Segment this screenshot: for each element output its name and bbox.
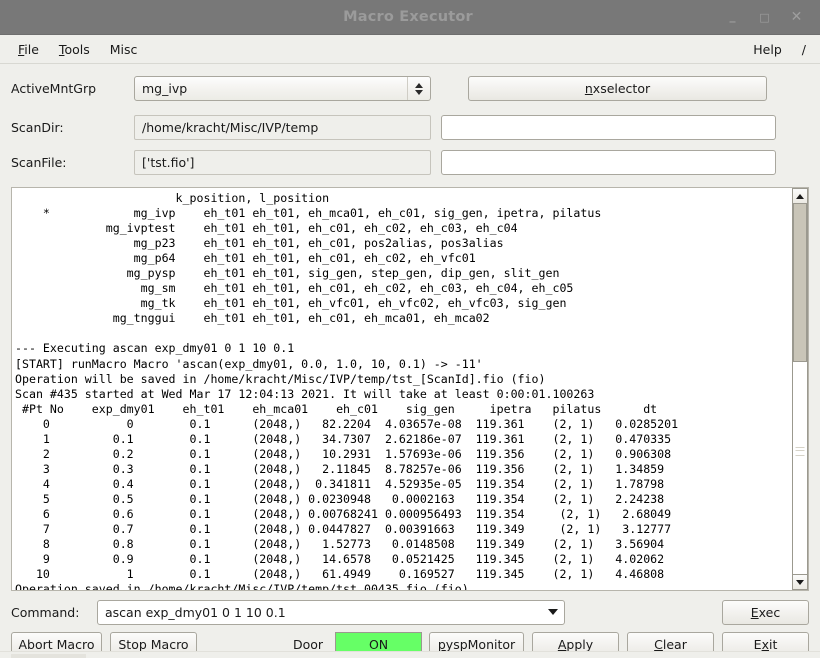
output-line: mg_p23 eh_t01 eh_t01, eh_c01, pos2alias,… (15, 236, 504, 251)
output-line: k_position, l_position (15, 191, 330, 205)
output-line: Scan #435 started at Wed Mar 17 12:04:13… (15, 386, 595, 401)
door-label: Door (292, 637, 324, 653)
minimize-icon[interactable]: – (726, 13, 739, 29)
scandir-value: /home/kracht/Misc/IVP/temp (134, 115, 431, 140)
output-console-frame: k_position, l_position * mg_ivp eh_t01 e… (11, 187, 809, 591)
title-bar: Macro Executor – □ ✕ (0, 0, 820, 35)
menu-right-group: Help / (743, 39, 816, 60)
output-line: mg_tnggui eh_t01 eh_t01, eh_c01, eh_mca0… (15, 311, 490, 326)
active-mnt-grp-label: ActiveMntGrp (11, 81, 97, 96)
output-line: Operation will be saved in /home/kracht/… (15, 371, 546, 386)
output-line: --- Executing ascan exp_dmy01 0 1 10 0.1 (15, 341, 295, 356)
scandir-label: ScanDir: (11, 120, 64, 135)
output-line: mg_ivptest eh_t01 eh_t01, eh_c01, eh_c02… (15, 221, 518, 236)
scanfile-input[interactable] (441, 150, 776, 175)
output-line: 4 0.4 0.1 (2048,) 0.341811 4.52935e-05 1… (15, 476, 665, 491)
exec-button[interactable]: Exec (722, 599, 809, 625)
menu-item-help[interactable]: Help (743, 39, 792, 60)
output-line: mg_tk eh_t01 eh_t01, eh_vfc01, eh_vfc02,… (15, 296, 567, 311)
output-line: 8 0.8 0.1 (2048,) 1.52773 0.0148508 119.… (15, 537, 665, 552)
output-line: 1 0.1 0.1 (2048,) 34.7307 2.62186e-07 11… (15, 431, 672, 446)
output-line: mg_p64 eh_t01 eh_t01, eh_c01, eh_c02, eh… (15, 251, 476, 266)
bottom-partial-row (0, 651, 820, 658)
output-line: mg_pysp eh_t01 eh_t01, sig_gen, step_gen… (15, 266, 560, 281)
output-line: 10 1 0.1 (2048,) 61.4949 0.169527 119.34… (15, 567, 665, 582)
scandir-input[interactable] (441, 115, 776, 140)
active-mnt-grp-row: ActiveMntGrp mg_ivp n xselector (11, 73, 809, 104)
scanfile-row: ScanFile: ['tst.fio'] (11, 147, 809, 178)
chevron-down-icon[interactable] (541, 601, 564, 624)
macro-executor-window: Macro Executor – □ ✕ File Tools Misc Hel… (0, 0, 820, 658)
spinner-updown-icon[interactable] (407, 77, 430, 100)
output-line: 2 0.2 0.1 (2048,) 10.2931 1.57693e-06 11… (15, 446, 672, 461)
menu-item-tools[interactable]: Tools (49, 39, 100, 60)
output-line: mg_sm eh_t01 eh_t01, eh_c01, eh_c02, eh_… (15, 281, 574, 296)
command-row: Command: ascan exp_dmy01 0 1 10 0.1 Exec (0, 599, 820, 626)
maximize-icon[interactable]: □ (758, 12, 771, 23)
window-controls: – □ ✕ (726, 10, 820, 28)
command-value: ascan exp_dmy01 0 1 10 0.1 (105, 604, 286, 620)
output-line: 7 0.7 0.1 (2048,) 0.0447827 0.00391663 1… (15, 522, 672, 537)
output-line: Operation saved in /home/kracht/Misc/IVP… (15, 582, 469, 590)
scanfile-value: ['tst.fio'] (134, 150, 431, 175)
scanfile-label: ScanFile: (11, 155, 67, 170)
output-line: 0 0 0.1 (2048,) 82.2204 4.03657e-08 119.… (15, 416, 679, 431)
form-area: ActiveMntGrp mg_ivp n xselector ScanDir: … (0, 64, 820, 178)
arrow-up-icon (415, 82, 423, 88)
output-line: 3 0.3 0.1 (2048,) 2.11845 8.78257e-06 11… (15, 461, 665, 476)
active-mnt-grp-value: mg_ivp (142, 81, 188, 96)
output-line: 5 0.5 0.1 (2048,) 0.0230948 0.0002163 11… (15, 491, 665, 506)
output-line: 9 0.9 0.1 (2048,) 14.6578 0.0521425 119.… (15, 552, 665, 567)
menu-item-slash[interactable]: / (792, 39, 816, 60)
menu-bar: File Tools Misc Help / (0, 35, 820, 64)
window-title: Macro Executor (343, 9, 473, 25)
menu-item-file[interactable]: File (8, 39, 49, 60)
nxselector-button[interactable]: n xselector (468, 76, 767, 101)
close-icon[interactable]: ✕ (790, 10, 803, 24)
scandir-row: ScanDir: /home/kracht/Misc/IVP/temp (11, 112, 809, 143)
output-console-text[interactable]: k_position, l_position * mg_ivp eh_t01 e… (12, 188, 791, 590)
output-scrollbar[interactable] (791, 188, 808, 590)
active-mnt-grp-combo[interactable]: mg_ivp (134, 76, 431, 101)
output-line: [START] runMacro Macro 'ascan(exp_dmy01,… (15, 356, 483, 371)
arrow-down-icon (415, 89, 423, 95)
output-line: * mg_ivp eh_t01 eh_t01, eh_mca01, eh_c01… (15, 206, 602, 221)
scrollbar-track[interactable] (792, 204, 808, 574)
scrollbar-thumb[interactable] (793, 204, 807, 362)
output-line: #Pt No exp_dmy01 eh_t01 eh_mca01 eh_c01 … (15, 401, 658, 416)
scroll-up-arrow-icon[interactable] (792, 188, 808, 204)
scroll-down-arrow-icon[interactable] (792, 574, 808, 590)
output-line: 6 0.6 0.1 (2048,) 0.00768241 0.000956493… (15, 506, 672, 521)
command-label: Command: (11, 604, 80, 620)
command-input[interactable]: ascan exp_dmy01 0 1 10 0.1 (97, 599, 565, 625)
menu-item-misc[interactable]: Misc (100, 39, 148, 60)
scrollbar-grip-icon (795, 447, 805, 456)
